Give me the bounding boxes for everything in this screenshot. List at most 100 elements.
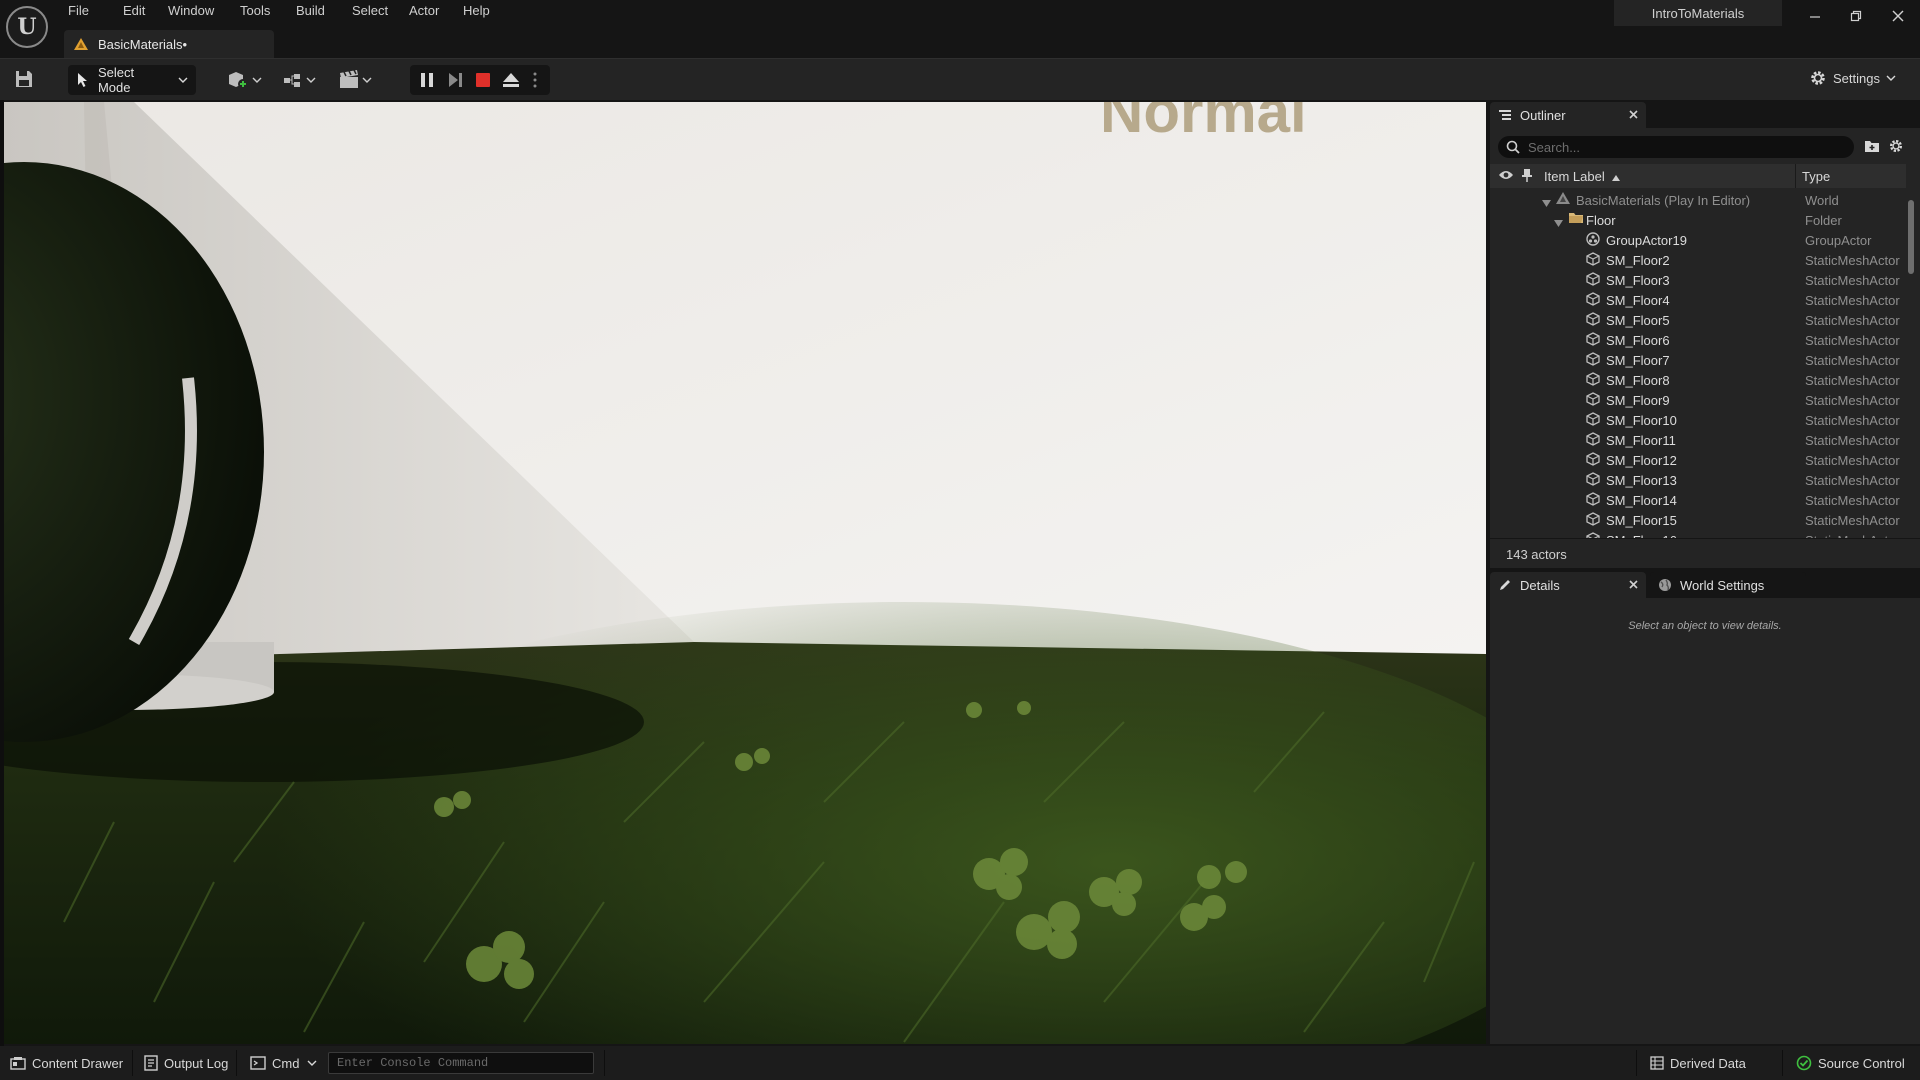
outliner-row-type: StaticMeshActor (1805, 293, 1900, 308)
outliner-row[interactable]: SM_Floor8 StaticMeshActor (1490, 370, 1906, 390)
outliner-row[interactable]: SM_Floor5 StaticMeshActor (1490, 310, 1906, 330)
outliner-row[interactable]: SM_Floor9 StaticMeshActor (1490, 390, 1906, 410)
outliner-row-type: StaticMeshActor (1805, 353, 1900, 368)
derived-data-label: Derived Data (1670, 1055, 1746, 1071)
close-details-button[interactable] (1629, 577, 1638, 592)
outliner-tab-label: Outliner (1520, 107, 1566, 123)
terminal-icon (250, 1056, 266, 1070)
outliner-row-label: SM_Floor10 (1606, 413, 1677, 428)
add-folder-button[interactable] (1864, 138, 1882, 156)
console-command-field[interactable] (328, 1052, 594, 1074)
close-outliner-button[interactable] (1629, 107, 1638, 122)
frame-advance-button[interactable] (446, 71, 464, 92)
menu-actor[interactable]: Actor (401, 0, 455, 24)
blueprints-button[interactable] (282, 67, 322, 93)
level-viewport[interactable]: Normal (4, 102, 1486, 1044)
settings-label: Settings (1833, 70, 1880, 86)
wall-text: Normal (1100, 102, 1307, 145)
close-window-button[interactable] (1886, 6, 1910, 26)
tab-details[interactable]: Details (1490, 572, 1646, 598)
level-document-tab[interactable]: BasicMaterials• (64, 30, 274, 58)
restore-button[interactable] (1844, 6, 1868, 26)
stop-button[interactable] (474, 71, 492, 92)
column-type[interactable]: Type (1802, 169, 1830, 184)
add-actor-button[interactable] (226, 67, 266, 93)
console-command-input[interactable] (337, 1056, 587, 1070)
project-name: IntroToMaterials (1614, 0, 1782, 26)
column-divider[interactable] (1795, 164, 1796, 188)
cinematics-button[interactable] (338, 67, 378, 93)
derived-data-button[interactable]: Derived Data (1640, 1046, 1756, 1080)
outliner-row-label: SM_Floor8 (1606, 373, 1670, 388)
outliner-row[interactable]: BasicMaterials (Play In Editor) World (1490, 190, 1906, 210)
outliner-row[interactable]: Floor Folder (1490, 210, 1906, 230)
play-options-button[interactable] (532, 71, 538, 92)
outliner-row[interactable]: SM_Floor15 StaticMeshActor (1490, 510, 1906, 530)
menu-window[interactable]: Window (160, 0, 232, 24)
outliner-row[interactable]: SM_Floor12 StaticMeshActor (1490, 450, 1906, 470)
outliner-row-type: World (1805, 193, 1839, 208)
outliner-settings-button[interactable] (1888, 138, 1906, 156)
cmd-dropdown[interactable]: Cmd (240, 1046, 333, 1080)
visibility-eye-icon[interactable] (1498, 169, 1514, 181)
select-mode-dropdown[interactable]: Select Mode (68, 65, 196, 95)
outliner-row[interactable]: SM_Floor6 StaticMeshActor (1490, 330, 1906, 350)
blueprint-icon (284, 74, 316, 87)
outliner-row[interactable]: SM_Floor10 StaticMeshActor (1490, 410, 1906, 430)
eject-button[interactable] (502, 71, 520, 92)
expand-arrow-icon[interactable] (1554, 215, 1563, 230)
tab-outliner[interactable]: Outliner (1490, 102, 1646, 128)
outliner-search[interactable] (1498, 136, 1854, 158)
column-item-label[interactable]: Item Label (1544, 169, 1621, 184)
outliner-row[interactable]: SM_Floor14 StaticMeshActor (1490, 490, 1906, 510)
outliner-row[interactable]: SM_Floor11 StaticMeshActor (1490, 430, 1906, 450)
content-drawer-icon (10, 1057, 26, 1070)
expand-arrow-icon[interactable] (1542, 195, 1551, 210)
output-log-button[interactable]: Output Log (134, 1046, 238, 1080)
source-control-button[interactable]: Source Control (1786, 1046, 1915, 1080)
close-icon (1629, 580, 1638, 589)
menu-file[interactable]: File (60, 0, 113, 24)
close-icon (1629, 110, 1638, 119)
pause-icon (421, 73, 433, 87)
status-separator (236, 1050, 237, 1076)
outliner-row[interactable]: SM_Floor4 StaticMeshActor (1490, 290, 1906, 310)
minimize-button[interactable] (1803, 6, 1827, 26)
outliner-scrollbar[interactable] (1908, 190, 1914, 538)
save-button[interactable] (14, 69, 36, 91)
outliner-row[interactable]: SM_Floor3 StaticMeshActor (1490, 270, 1906, 290)
sort-ascending-icon (1612, 175, 1621, 181)
outliner-row[interactable]: SM_Floor13 StaticMeshActor (1490, 470, 1906, 490)
static-mesh-icon (1586, 312, 1600, 329)
static-mesh-icon (1586, 492, 1600, 509)
tab-world-settings[interactable]: World Settings (1650, 572, 1806, 598)
status-separator (1636, 1050, 1637, 1076)
scroll-thumb[interactable] (1908, 200, 1914, 274)
menu-select[interactable]: Select (344, 0, 401, 24)
menu-tools[interactable]: Tools (232, 0, 288, 24)
settings-button[interactable]: Settings (1809, 69, 1902, 87)
pause-button[interactable] (418, 71, 436, 92)
pin-icon[interactable] (1522, 168, 1532, 182)
outliner-row[interactable]: SM_Floor16StaticMeshActor (1490, 530, 1906, 538)
output-log-icon (144, 1055, 158, 1071)
add-actor-icon (229, 72, 262, 89)
content-drawer-button[interactable]: Content Drawer (0, 1046, 133, 1080)
menu-edit[interactable]: Edit (113, 0, 160, 24)
outliner-row[interactable]: SM_Floor7 StaticMeshActor (1490, 350, 1906, 370)
static-mesh-icon (1586, 272, 1600, 289)
chevron-down-icon (1886, 75, 1896, 81)
outliner-row-label: SM_Floor12 (1606, 453, 1677, 468)
world-settings-tab-label: World Settings (1680, 577, 1765, 593)
viewport-scene: Normal (4, 102, 1486, 1044)
menu-build[interactable]: Build (288, 0, 344, 24)
menu-help[interactable]: Help (455, 0, 505, 24)
outliner-row-label: SM_Floor4 (1606, 293, 1670, 308)
outliner-row[interactable]: GroupActor19 GroupActor (1490, 230, 1906, 250)
outliner-row-type: GroupActor (1805, 233, 1872, 248)
outliner-row[interactable]: SM_Floor2 StaticMeshActor (1490, 250, 1906, 270)
outliner-row-label: SM_Floor11 (1606, 433, 1676, 448)
outliner-search-input[interactable] (1528, 139, 1828, 155)
unreal-engine-logo[interactable]: U (6, 6, 48, 48)
cmd-label: Cmd (272, 1055, 300, 1071)
